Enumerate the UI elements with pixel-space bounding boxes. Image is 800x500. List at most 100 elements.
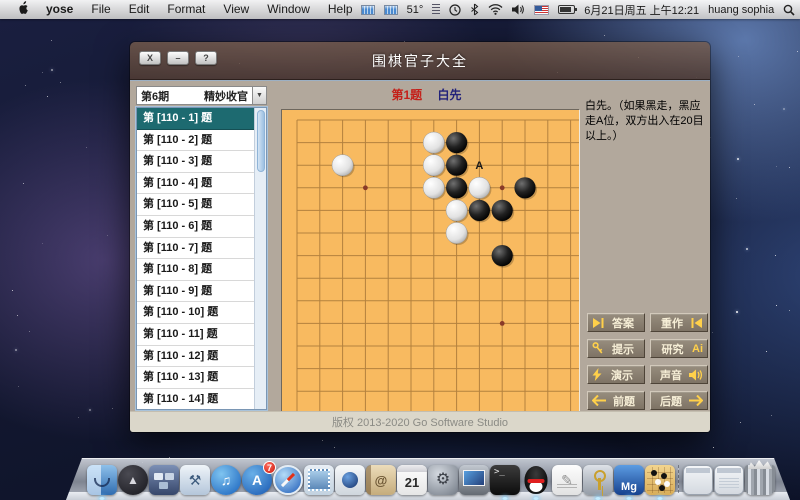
problem-list-item[interactable]: 第 [110 - 9] 题 (137, 281, 254, 303)
black-stone (446, 132, 468, 154)
trash-icon[interactable] (745, 465, 775, 495)
problem-list-item[interactable]: 第 [110 - 1] 题 (137, 108, 254, 130)
go-board-icon[interactable] (645, 465, 675, 500)
stack-window-1-icon[interactable] (683, 465, 713, 495)
menu-item-window[interactable]: Window (259, 0, 318, 19)
battery-icon[interactable] (558, 5, 578, 14)
glyph: ♫ (220, 472, 232, 488)
spotlight-search-icon[interactable] (783, 4, 795, 16)
qq-icon[interactable] (521, 465, 551, 500)
problem-list-item[interactable]: 第 [110 - 8] 题 (137, 259, 254, 281)
white-stone (331, 154, 354, 177)
black-stone (514, 177, 536, 199)
period-select[interactable]: 第6期 精妙收官 ▼ (136, 86, 267, 105)
demo-button[interactable]: 演示 (587, 365, 645, 384)
clock-icon[interactable] (449, 3, 461, 16)
title-bar[interactable]: X – ? 围棋官子大全 (130, 42, 710, 80)
app-store-icon[interactable]: A7 (242, 461, 276, 495)
redo-button[interactable]: 重作 (650, 313, 708, 332)
input-language-flag-icon[interactable] (534, 4, 550, 15)
problem-list-item[interactable]: 第 [110 - 10] 题 (137, 302, 254, 324)
keychain-icon[interactable] (583, 465, 613, 500)
minimize-button[interactable]: – (167, 51, 189, 65)
apple-menu[interactable] (8, 0, 36, 20)
white-stone (422, 154, 445, 177)
button-label: 答案 (612, 317, 634, 330)
menu-item-view[interactable]: View (215, 0, 257, 19)
help-button[interactable]: ? (195, 51, 217, 65)
problem-list-item[interactable]: 第 [110 - 2] 题 (137, 130, 254, 152)
problem-list-item[interactable]: 第 [110 - 13] 题 (137, 367, 254, 389)
istat-menu-icon[interactable] (432, 4, 441, 15)
glyph: Mg (621, 481, 637, 493)
problem-list-item[interactable]: 第 [110 - 3] 题 (137, 151, 254, 173)
menu-item-app[interactable]: yose (38, 0, 81, 19)
sound-button[interactable]: 声音 (650, 365, 708, 384)
period-select-field[interactable]: 第6期 精妙收官 (136, 86, 252, 105)
menu-item-format[interactable]: Format (159, 0, 213, 19)
wifi-icon[interactable] (488, 4, 503, 15)
answer-button[interactable]: 答案 (587, 313, 645, 332)
menu-item-file[interactable]: File (83, 0, 118, 19)
research-button[interactable]: 研究 Ai (650, 339, 708, 358)
textedit-icon[interactable]: ✎ (552, 465, 582, 495)
safari-icon[interactable] (273, 465, 303, 495)
problem-list-item[interactable]: 第 [110 - 14] 题 (137, 389, 254, 409)
mg-icon[interactable]: Mg (614, 465, 644, 500)
volume-icon[interactable] (512, 4, 525, 15)
stack-window-2-icon[interactable] (714, 465, 744, 495)
button-label: 声音 (660, 369, 682, 382)
xcode-icon[interactable]: ⚒ (180, 465, 210, 495)
weather-temperature[interactable]: 51° (407, 4, 424, 16)
app-window: X – ? 围棋官子大全 第6期 精妙收官 ▼ 第 [110 - 1] 题第 [… (130, 42, 710, 432)
launchpad-icon[interactable]: ▲ (118, 465, 148, 495)
problem-list-item[interactable]: 第 [110 - 6] 题 (137, 216, 254, 238)
problem-list: 第 [110 - 1] 题第 [110 - 2] 题第 [110 - 3] 题第… (137, 108, 254, 409)
arrow-right-icon (689, 395, 703, 406)
cpu-graph-icon[interactable] (360, 4, 375, 15)
user-menu[interactable]: huang sophia (708, 4, 774, 16)
terminal-icon[interactable]: >_ (490, 465, 520, 500)
point-a-marker: A (475, 160, 483, 172)
white-stone (422, 131, 445, 154)
black-stone (491, 245, 513, 267)
board-header: 第1题 白先 (275, 86, 578, 103)
contacts-icon[interactable]: @ (366, 465, 396, 495)
category-label: 精妙收官 (204, 90, 248, 103)
desktop: yose File Edit Format View Window Help 5… (0, 0, 800, 500)
problem-list-item[interactable]: 第 [110 - 4] 题 (137, 173, 254, 195)
button-label: 重作 (661, 317, 683, 330)
calendar-icon[interactable]: 21 (397, 465, 427, 495)
hint-button[interactable]: 提示 (587, 339, 645, 358)
scrollbar-thumb[interactable] (257, 110, 265, 172)
button-label: 前题 (613, 395, 635, 408)
play-next-icon (592, 317, 604, 328)
facetime-icon[interactable] (335, 465, 365, 495)
problem-list-scrollbar[interactable] (254, 108, 266, 409)
speaker-icon (689, 369, 703, 381)
mission-control-icon[interactable] (149, 465, 179, 495)
problem-number: 第1题 (391, 88, 423, 102)
problem-list-item[interactable]: 第 [110 - 5] 题 (137, 194, 254, 216)
menu-item-help[interactable]: Help (320, 0, 361, 19)
menu-bar-clock[interactable]: 6月21日周五 上午12:21 (584, 2, 699, 18)
network-graph-icon[interactable] (383, 4, 398, 15)
problem-list-item[interactable]: 第 [110 - 11] 题 (137, 324, 254, 346)
remote-desktop-icon[interactable] (459, 465, 489, 495)
next-problem-button[interactable]: 后题 (650, 391, 708, 410)
finder-icon[interactable] (87, 465, 117, 500)
period-select-arrow[interactable]: ▼ (252, 86, 267, 105)
itunes-icon[interactable]: ♫ (211, 465, 241, 495)
problem-list-item[interactable]: 第 [110 - 12] 题 (137, 346, 254, 368)
bluetooth-icon[interactable] (470, 3, 479, 16)
star-point (363, 185, 368, 191)
mail-icon[interactable] (304, 465, 334, 495)
system-preferences-icon[interactable]: ⚙ (428, 465, 458, 495)
close-button[interactable]: X (139, 51, 161, 65)
menu-item-edit[interactable]: Edit (121, 0, 158, 19)
problem-list-item[interactable]: 第 [110 - 7] 题 (137, 238, 254, 260)
go-board-svg[interactable]: A (282, 110, 579, 411)
prev-problem-button[interactable]: 前题 (587, 391, 645, 410)
go-board[interactable]: A (281, 109, 580, 412)
black-stone (491, 199, 513, 221)
